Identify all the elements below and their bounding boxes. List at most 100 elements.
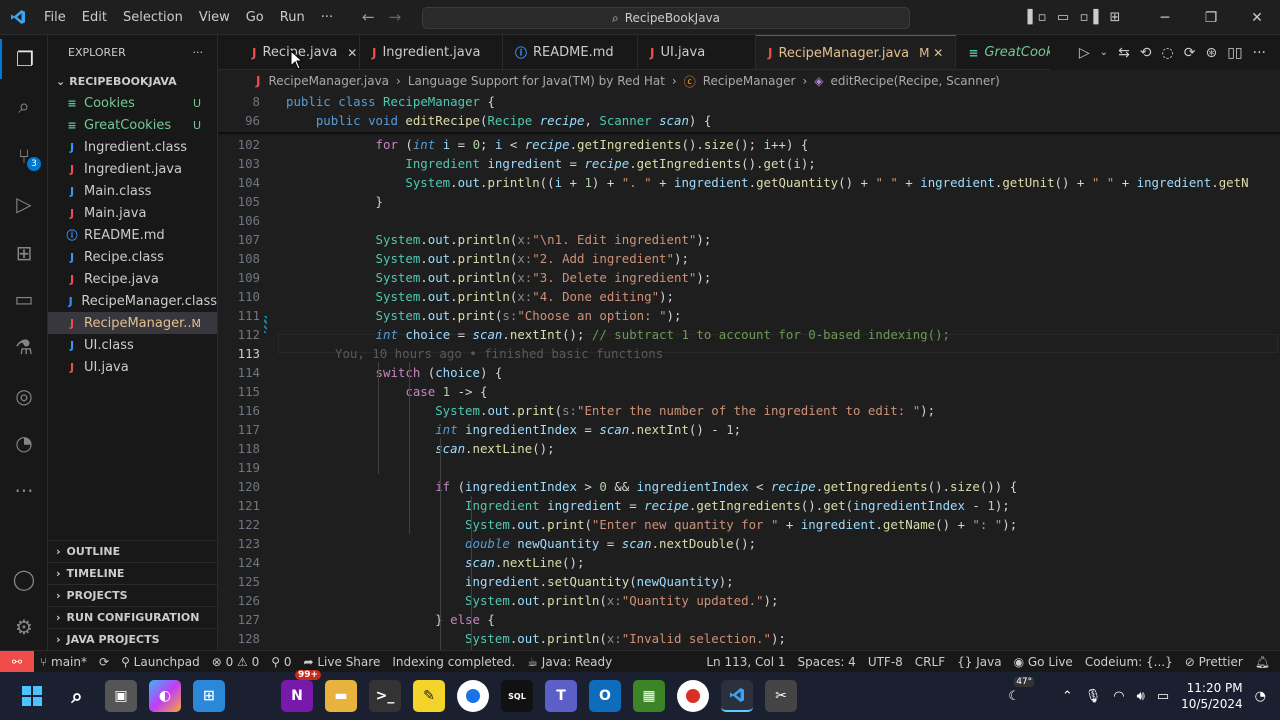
code-editor[interactable]: 8 public class RecipeManager {96 public v… [218,92,1280,650]
codeium-status[interactable]: Codeium: {...} [1079,655,1179,669]
sticky-notes-icon[interactable]: ✎ [413,680,445,712]
breadcrumb-item[interactable]: Language Support for Java(TM) by Red Hat [408,74,665,88]
restore-button[interactable]: ❐ [1188,10,1234,26]
code-line[interactable]: 128 System.out.println(x:"Invalid select… [218,629,1280,648]
snipping-tool-icon[interactable]: ✂ [765,680,797,712]
more-views-icon[interactable]: ··· [0,471,48,511]
breadcrumb-item[interactable]: RecipeManager [703,74,796,88]
windows-start-icon[interactable] [16,680,48,712]
next-change-icon[interactable]: ⟳ [1184,45,1196,61]
teams-icon[interactable]: T [545,680,577,712]
back-arrow-icon[interactable]: ← [362,8,375,26]
menu-item[interactable]: Edit [74,10,115,25]
file-tree-item[interactable]: J Ingredient.java [48,158,217,180]
code-line[interactable]: 102 for (int i = 0; i < recipe.getIngred… [218,135,1280,154]
remote-indicator-icon[interactable]: ⚯ [0,650,34,673]
code-line[interactable]: 103 Ingredient ingredient = recipe.getIn… [218,154,1280,173]
code-line[interactable]: 122 System.out.print("Enter new quantity… [218,515,1280,534]
tab-close-icon[interactable]: M ✕ [919,46,943,60]
microphone-icon[interactable]: 🎙︎ [1085,689,1102,704]
code-line[interactable]: 112 int choice = scan.nextInt(); // subt… [218,325,1280,344]
menu-item[interactable]: View [191,10,238,25]
language-mode[interactable]: {} Java [951,655,1007,669]
file-tree-item[interactable]: J Main.class [48,180,217,202]
tab-readme-md[interactable]: ⓘ README.md [503,35,638,69]
command-center-search[interactable]: ⌕ RecipeBookJava [422,7,910,29]
split-editor-icon[interactable]: ▯▯ [1227,45,1242,61]
breadcrumb-item[interactable]: RecipeManager.java [268,74,389,88]
minecraft-icon[interactable]: ▦ [633,680,665,712]
close-window-button[interactable]: ✕ [1234,10,1280,26]
clock[interactable]: 11:20 PM 10/5/2024 [1181,680,1243,712]
edge-devtools-icon[interactable]: ◔ [0,423,48,463]
file-tree-item[interactable]: J Main.java [48,202,217,224]
file-tree-item[interactable]: J UI.java [48,356,217,378]
menu-item[interactable]: File [36,10,74,25]
chevron-down-icon[interactable]: ⌄ [1100,47,1108,58]
encoding-status[interactable]: UTF-8 [862,655,909,669]
sidebar-section-timeline[interactable]: › TIMELINE [48,562,217,584]
source-control-icon[interactable]: ⑂ 3 [0,136,48,176]
code-line[interactable]: 109 System.out.println(x:"3. Delete ingr… [218,268,1280,287]
testing-icon[interactable]: ⚗ [0,327,48,367]
toggle-secondary-sidebar-icon[interactable]: ▫▐ [1076,10,1102,25]
tab-ui-java[interactable]: J UI.java [638,35,756,69]
onenote-icon[interactable]: N 99+ [281,670,322,712]
vscode-taskbar-icon[interactable] [721,680,753,712]
cursor-position[interactable]: Ln 113, Col 1 [700,655,791,669]
compare-changes-icon[interactable]: ⇆ [1118,45,1130,61]
microsoft-store-icon[interactable]: ⊞ [193,680,225,712]
minimize-button[interactable]: ─ [1142,10,1188,26]
eol-status[interactable]: CRLF [909,655,951,669]
gitlens-icon[interactable]: ◎ [0,376,48,416]
wifi-icon[interactable]: ◠ [1113,689,1124,704]
taskbar-search-icon[interactable]: ⌕ [61,680,93,712]
menu-item[interactable]: Run [272,10,313,25]
go-live-status[interactable]: ◉ Go Live [1008,655,1079,669]
copilot-icon[interactable]: ◐ [149,680,181,712]
menu-item[interactable]: ··· [313,10,341,25]
tab-ingredient-java[interactable]: J Ingredient.java [360,35,503,69]
gitlens-blame-icon[interactable]: ⊛ [1205,45,1217,61]
indentation-status[interactable]: Spaces: 4 [792,655,862,669]
search-view-icon[interactable]: ⌕ [0,86,48,126]
run-debug-icon[interactable]: ▷ [0,184,48,224]
sync-icon[interactable]: ⟳ [93,655,115,669]
settings-gear-icon[interactable]: ⚙ [0,607,48,647]
ports-status[interactable]: ⚲ 0 [265,655,297,669]
java-status[interactable]: ☕ Java: Ready [521,655,618,669]
code-line[interactable]: 96 public void editRecipe(Recipe recipe,… [218,111,1280,130]
file-tree-item[interactable]: J RecipeManager.class [48,290,217,312]
code-line[interactable]: 120 if (ingredientIndex > 0 && ingredien… [218,477,1280,496]
code-line[interactable]: 125 ingredient.setQuantity(newQuantity); [218,572,1280,591]
file-tree-item[interactable]: ⓘ README.md [48,224,217,246]
run-java-icon[interactable]: ▷ [1079,45,1090,61]
chrome-icon[interactable] [457,680,489,712]
code-line[interactable]: 107 System.out.println(x:"\n1. Edit ingr… [218,230,1280,249]
outlook-icon[interactable]: O [589,680,621,712]
breadcrumb-item[interactable]: editRecipe(Recipe, Scanner) [831,74,1000,88]
code-line[interactable]: 111 System.out.print(s:"Choose an option… [218,306,1280,325]
sidebar-section-run-configuration[interactable]: › RUN CONFIGURATION [48,606,217,628]
code-line[interactable]: 127 } else { [218,610,1280,629]
problems-status[interactable]: ⊗ 0 ⚠ 0 [206,655,266,669]
code-line[interactable]: 113 You, 10 hours ago • finished basic fu… [218,344,1280,363]
file-tree-item[interactable]: J Recipe.class [48,246,217,268]
terminal-icon[interactable]: >_ [369,680,401,712]
explorer-icon[interactable]: ❐ [0,39,48,79]
more-actions-icon[interactable]: ··· [1253,45,1266,61]
file-tree-item[interactable]: J Recipe.java [48,268,217,290]
git-branch-status[interactable]: ⑂ main* [34,655,93,669]
code-line[interactable]: 110 System.out.println(x:"4. Done editin… [218,287,1280,306]
tab-recipe-java[interactable]: J Recipe.java ✕ [218,35,360,69]
remote-explorer-icon[interactable]: ▭ [0,279,48,319]
tab-close-icon[interactable]: ✕ [347,46,357,60]
sidebar-section-outline[interactable]: › OUTLINE [48,540,217,562]
file-tree-item[interactable]: ≡ GreatCookies U [48,114,217,136]
mysql-workbench-icon[interactable]: SQL [501,680,533,712]
show-hidden-icons-icon[interactable]: ⌃ [1062,689,1073,704]
explorer-more-icon[interactable]: ··· [193,46,204,59]
extensions-icon[interactable]: ⊞ [0,233,48,273]
code-line[interactable]: 126 System.out.println(x:"Quantity updat… [218,591,1280,610]
file-explorer-icon[interactable]: ▬ [325,680,357,712]
